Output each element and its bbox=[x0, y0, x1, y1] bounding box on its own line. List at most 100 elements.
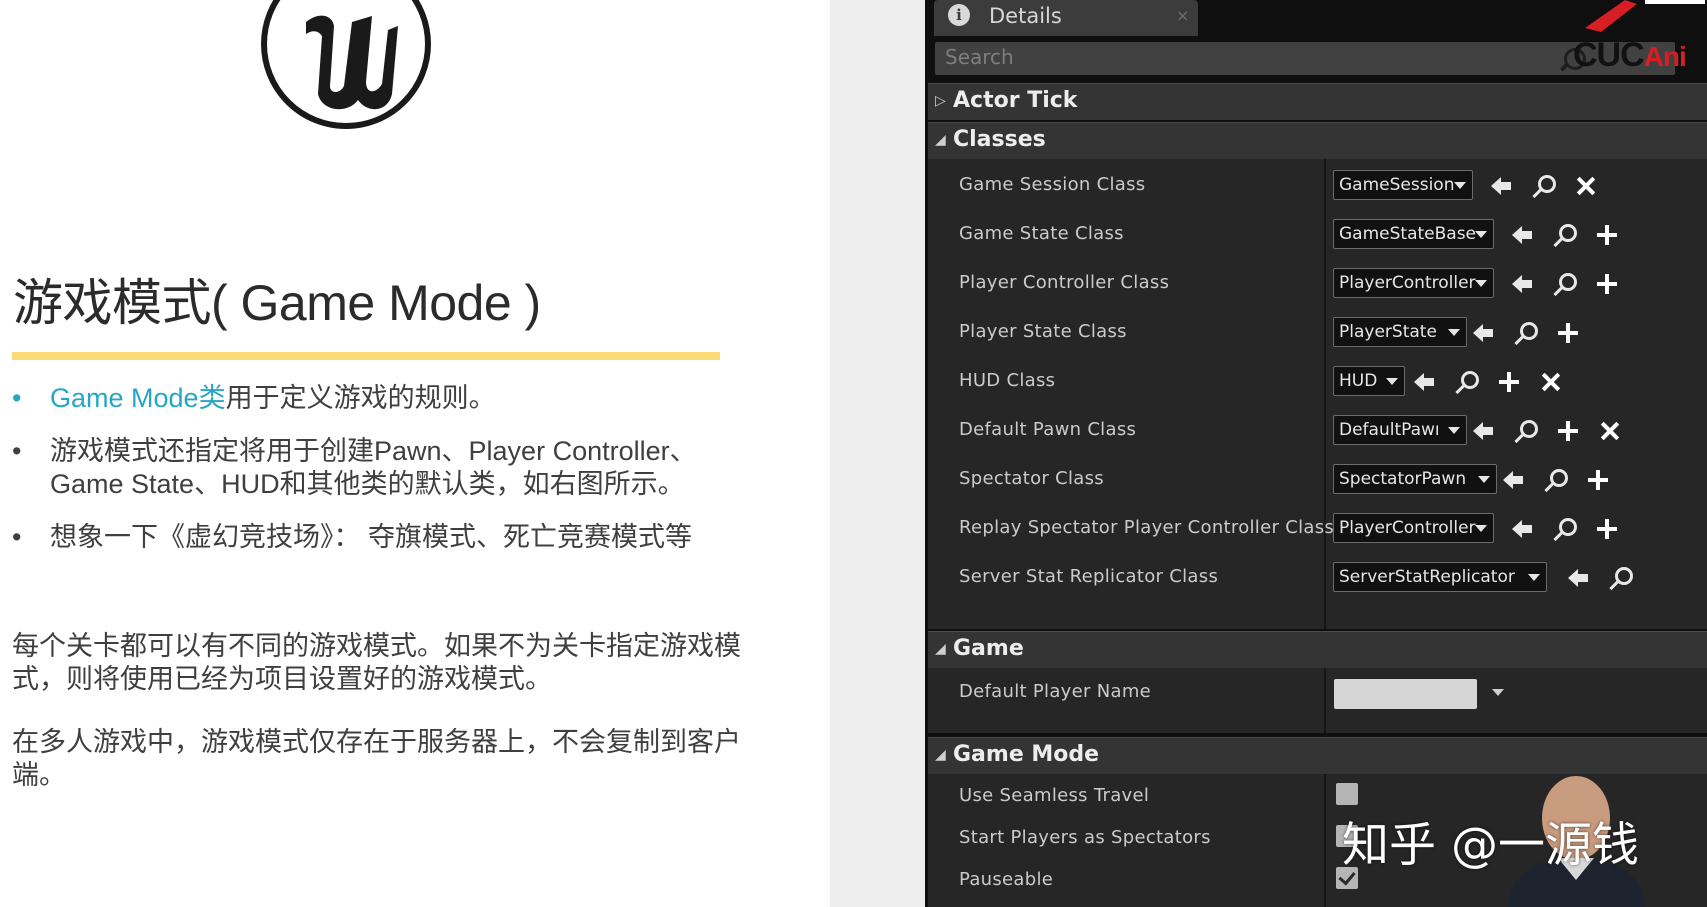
arrow-left-icon[interactable] bbox=[1510, 271, 1536, 297]
browse-icon[interactable] bbox=[1608, 565, 1634, 591]
category-game[interactable]: ◢ Game bbox=[928, 631, 1707, 668]
class-dropdown[interactable]: HUD bbox=[1333, 366, 1405, 396]
class-dropdown[interactable]: DefaultPawı bbox=[1333, 415, 1467, 445]
row-actions bbox=[1510, 222, 1636, 248]
browse-icon[interactable] bbox=[1552, 271, 1578, 297]
dropdown-value: PlayerState bbox=[1339, 322, 1437, 342]
add-icon[interactable] bbox=[1496, 369, 1522, 395]
category-title: Game bbox=[953, 636, 1024, 661]
row-actions bbox=[1471, 320, 1597, 346]
class-dropdown[interactable]: ServerStatReplicator bbox=[1333, 562, 1547, 592]
bullet-highlight: Game Mode类 bbox=[50, 383, 226, 413]
class-dropdown[interactable]: GameStateBase bbox=[1333, 219, 1494, 249]
browse-icon[interactable] bbox=[1454, 369, 1480, 395]
close-icon[interactable]: × bbox=[1176, 6, 1189, 25]
brand-suffix: Ani bbox=[1643, 41, 1687, 72]
browse-icon[interactable] bbox=[1552, 222, 1578, 248]
property-label: Use Seamless Travel bbox=[959, 785, 1150, 806]
arrow-left-icon[interactable] bbox=[1471, 320, 1497, 346]
slide-title: 游戏模式( Game Mode ) bbox=[13, 275, 541, 331]
browse-icon[interactable] bbox=[1513, 320, 1539, 346]
arrow-left-icon[interactable] bbox=[1510, 516, 1536, 542]
row-actions bbox=[1501, 467, 1627, 493]
player-name-input[interactable] bbox=[1334, 679, 1477, 709]
add-icon[interactable] bbox=[1555, 320, 1581, 346]
bullet-dot: • bbox=[12, 522, 22, 552]
row-actions bbox=[1471, 418, 1639, 444]
chevron-down-icon bbox=[1475, 525, 1487, 532]
clear-icon[interactable] bbox=[1573, 173, 1599, 199]
arrow-left-icon[interactable] bbox=[1510, 222, 1536, 248]
property-label: Start Players as Spectators bbox=[959, 827, 1211, 848]
add-icon[interactable] bbox=[1555, 418, 1581, 444]
bullet-text: 想象一下《虚幻竞技场》： 夺旗模式、死亡竞赛模式等 bbox=[50, 522, 693, 552]
watermark: 知乎 @一源钱 bbox=[1342, 818, 1639, 873]
collapse-arrow-icon[interactable]: ◢ bbox=[935, 641, 946, 657]
class-dropdown[interactable]: SpectatorPawn bbox=[1333, 464, 1497, 494]
property-row: Default Player Name bbox=[928, 672, 1707, 714]
collapse-arrow-icon[interactable]: ◢ bbox=[935, 132, 946, 148]
info-icon: i bbox=[948, 4, 970, 26]
bullet-text: 用于定义游戏的规则。 bbox=[225, 383, 496, 413]
property-row: Player State Class PlayerState bbox=[928, 312, 1707, 354]
arrow-left-icon[interactable] bbox=[1566, 565, 1592, 591]
chevron-down-icon bbox=[1528, 574, 1540, 581]
chevron-down-icon bbox=[1448, 329, 1460, 336]
category-game-mode[interactable]: ◢ Game Mode bbox=[928, 737, 1707, 774]
bullet-item: • 游戏模式还指定将用于创建Pawn、Player Controller、Gam… bbox=[12, 435, 752, 501]
category-title: Actor Tick bbox=[953, 88, 1078, 113]
slide: 游戏模式( Game Mode ) • Game Mode类用于定义游戏的规则。… bbox=[0, 0, 830, 907]
add-icon[interactable] bbox=[1585, 467, 1611, 493]
dropdown-value: GameStateBase bbox=[1339, 224, 1477, 244]
class-dropdown[interactable]: GameSession bbox=[1333, 170, 1473, 200]
arrow-left-icon[interactable] bbox=[1412, 369, 1438, 395]
arrow-left-icon[interactable] bbox=[1501, 467, 1527, 493]
tab-details[interactable]: i Details × bbox=[934, 0, 1198, 36]
tab-label: Details bbox=[989, 4, 1062, 28]
checkbox[interactable] bbox=[1336, 783, 1358, 805]
search-placeholder: Search bbox=[945, 45, 1014, 69]
class-dropdown[interactable]: PlayerState bbox=[1333, 317, 1467, 347]
expand-arrow-icon[interactable]: ▷ bbox=[935, 93, 946, 109]
dropdown-value: PlayerController bbox=[1339, 273, 1476, 293]
property-label: Replay Spectator Player Controller Class bbox=[959, 517, 1335, 538]
unreal-engine-logo bbox=[261, 0, 431, 129]
add-icon[interactable] bbox=[1594, 222, 1620, 248]
bullet-text: 游戏模式还指定将用于创建Pawn、Player Controller、Game … bbox=[50, 436, 697, 499]
property-label: Default Pawn Class bbox=[959, 419, 1137, 440]
browse-icon[interactable] bbox=[1513, 418, 1539, 444]
property-row: Server Stat Replicator Class ServerStatR… bbox=[928, 557, 1707, 599]
collapse-arrow-icon[interactable]: ◢ bbox=[935, 747, 946, 763]
property-label: Default Player Name bbox=[959, 681, 1152, 702]
search-field[interactable]: Search bbox=[935, 42, 1675, 75]
class-dropdown[interactable]: PlayerController bbox=[1333, 513, 1494, 543]
property-label: Server Stat Replicator Class bbox=[959, 566, 1219, 587]
add-icon[interactable] bbox=[1594, 271, 1620, 297]
game-block: Default Player Name bbox=[928, 668, 1707, 733]
category-title: Game Mode bbox=[953, 742, 1100, 767]
brand-swoosh bbox=[1585, 0, 1705, 32]
slide-gutter bbox=[830, 0, 925, 907]
add-icon[interactable] bbox=[1594, 516, 1620, 542]
category-classes[interactable]: ◢ Classes bbox=[928, 122, 1707, 159]
arrow-left-icon[interactable] bbox=[1489, 173, 1515, 199]
row-actions bbox=[1489, 173, 1615, 199]
browse-icon[interactable] bbox=[1543, 467, 1569, 493]
bullet-item: • Game Mode类用于定义游戏的规则。 bbox=[12, 382, 752, 415]
row-actions bbox=[1412, 369, 1580, 395]
row-actions bbox=[1510, 516, 1636, 542]
bullet-list: • Game Mode类用于定义游戏的规则。 • 游戏模式还指定将用于创建Paw… bbox=[12, 382, 752, 574]
title-underline bbox=[12, 352, 720, 360]
chevron-down-icon bbox=[1386, 378, 1398, 385]
browse-icon[interactable] bbox=[1531, 173, 1557, 199]
property-row: Replay Spectator Player Controller Class… bbox=[928, 508, 1707, 550]
brand-logo: CUCAni bbox=[1573, 36, 1687, 75]
category-actor-tick[interactable]: ▷ Actor Tick bbox=[928, 83, 1707, 120]
browse-icon[interactable] bbox=[1552, 516, 1578, 542]
class-dropdown[interactable]: PlayerController bbox=[1333, 268, 1494, 298]
arrow-left-icon[interactable] bbox=[1471, 418, 1497, 444]
chevron-down-icon[interactable] bbox=[1492, 689, 1504, 696]
clear-icon[interactable] bbox=[1597, 418, 1623, 444]
clear-icon[interactable] bbox=[1538, 369, 1564, 395]
paragraph-levels: 每个关卡都可以有不同的游戏模式。如果不为关卡指定游戏模式，则将使用已经为项目设置… bbox=[12, 631, 741, 694]
